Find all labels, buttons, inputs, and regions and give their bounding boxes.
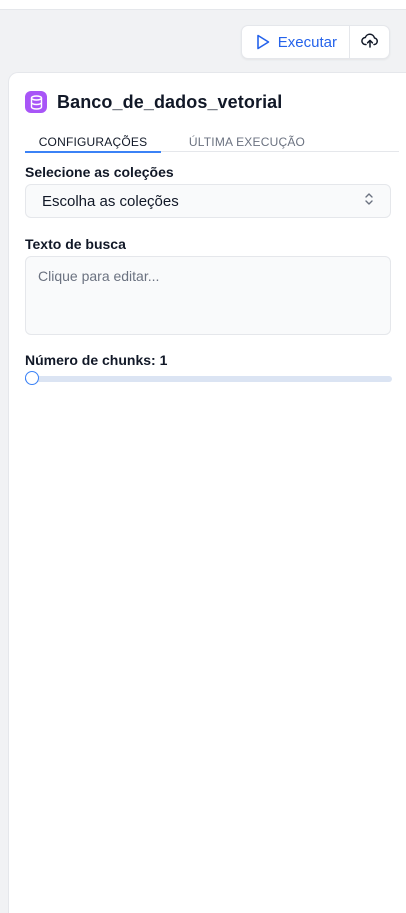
slider-thumb[interactable] [25,371,39,385]
database-icon [25,91,47,113]
cloud-upload-icon [360,32,379,53]
collections-select[interactable]: Escolha as coleções [25,184,391,218]
tab-bar: CONFIGURAÇÕES ÚLTIMA EXECUÇÃO [25,133,399,153]
collections-label: Selecione as coleções [25,164,174,180]
play-icon [256,34,270,50]
chevron-up-down-icon [364,192,374,211]
search-text-placeholder: Clique para editar... [38,268,160,284]
tab-configuracoes[interactable]: CONFIGURAÇÕES [25,135,161,153]
collections-select-value: Escolha as coleções [42,192,179,210]
search-text-field[interactable]: Clique para editar... [25,256,391,335]
node-header: Banco_de_dados_vetorial [25,91,282,113]
node-settings-panel: Banco_de_dados_vetorial CONFIGURAÇÕES ÚL… [8,72,406,913]
top-strip [0,0,406,10]
run-button[interactable]: Executar [242,26,350,58]
chunks-slider[interactable] [25,371,392,386]
run-button-label: Executar [277,33,337,51]
search-text-label: Texto de busca [25,236,126,252]
node-toolbar: Executar [240,25,390,59]
tab-ultima-execucao[interactable]: ÚLTIMA EXECUÇÃO [185,135,309,151]
slider-track [25,376,392,382]
upload-button[interactable] [350,26,389,58]
node-title: Banco_de_dados_vetorial [57,91,283,112]
chunks-label: Número de chunks: 1 [25,352,168,368]
